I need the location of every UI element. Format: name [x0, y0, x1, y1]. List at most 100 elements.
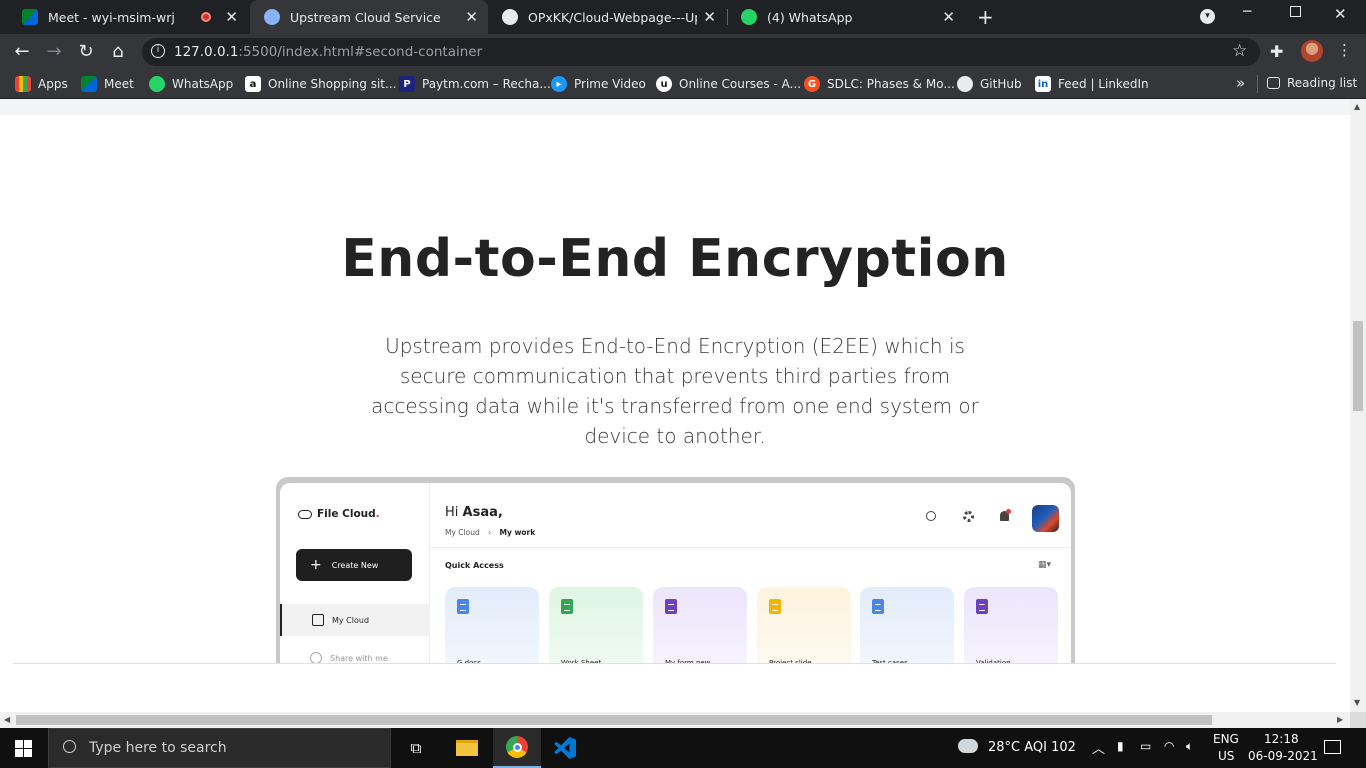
site-info-icon[interactable]: i	[151, 44, 165, 58]
forward-icon[interactable]: →	[41, 39, 67, 65]
task-view-button[interactable]: ⧉	[392, 728, 440, 768]
microphone-icon[interactable]: ▮	[1117, 739, 1124, 753]
bookmark-linkedin[interactable]: in Feed | LinkedIn	[1035, 76, 1149, 92]
close-tab-icon[interactable]: ✕	[703, 8, 716, 26]
back-icon[interactable]: ←	[9, 39, 35, 65]
windows-start-icon[interactable]	[15, 740, 32, 757]
tab-search-icon[interactable]: ▾	[1200, 9, 1215, 24]
paytm-icon: P	[399, 76, 415, 92]
extensions-icon[interactable]: ✚	[1270, 42, 1283, 61]
task-view-icon: ⧉	[410, 739, 422, 757]
google-meet-icon	[22, 9, 38, 25]
bookmark-whatsapp[interactable]: WhatsApp	[149, 76, 233, 92]
horizontal-scroll-thumb[interactable]	[16, 715, 1212, 725]
bookmark-label: GitHub	[980, 77, 1022, 91]
google-sheets-icon	[561, 599, 573, 614]
greeting-prefix: Hi	[445, 505, 463, 520]
scrollbar-corner	[1350, 712, 1366, 728]
brand-dot: .	[375, 508, 380, 520]
bookmark-label: Prime Video	[574, 77, 646, 91]
vertical-scroll-thumb[interactable]	[1353, 321, 1363, 411]
mockup-header-divider	[430, 547, 1071, 548]
whatsapp-icon	[149, 76, 165, 92]
quick-access-title: Quick Access	[445, 561, 504, 570]
keyboard-layout[interactable]: US	[1218, 749, 1234, 763]
tab-meet[interactable]: Meet - wyi-msim-wrj ✕	[8, 0, 248, 34]
restore-icon[interactable]	[1290, 6, 1301, 17]
show-hidden-icons-icon[interactable]: ︿	[1092, 738, 1105, 757]
battery-icon[interactable]: ▭	[1140, 739, 1151, 753]
scroll-right-arrow[interactable]: ▶	[1337, 715, 1343, 724]
weather-text[interactable]: 28°C AQI 102	[988, 740, 1076, 755]
search-icon	[926, 511, 936, 521]
bookmark-label: Feed | LinkedIn	[1058, 77, 1149, 91]
language-indicator[interactable]: ENG	[1213, 732, 1239, 746]
address-bar[interactable]: i 127.0.0.1:5500/index.html#second-conta…	[142, 38, 1260, 66]
url-text[interactable]: 127.0.0.1:5500/index.html#second-contain…	[174, 44, 482, 60]
google-slides-icon	[769, 599, 781, 614]
scroll-up-arrow[interactable]: ▲	[1354, 102, 1360, 111]
create-new-label: Create New	[331, 560, 379, 570]
scroll-down-arrow[interactable]: ▼	[1354, 698, 1360, 707]
profile-avatar[interactable]	[1301, 40, 1323, 62]
whatsapp-icon	[741, 9, 757, 25]
vertical-scrollbar[interactable]: ▲ ▼	[1350, 99, 1366, 712]
section-divider	[13, 663, 1336, 664]
tab-upstream[interactable]: Upstream Cloud Service ✕	[250, 0, 488, 34]
search-placeholder: Type here to search	[89, 740, 227, 756]
new-tab-button[interactable]: +	[977, 5, 994, 29]
tab-title: Upstream Cloud Service	[290, 9, 441, 25]
bookmark-amazon[interactable]: a Online Shopping sit...	[245, 76, 396, 92]
taskbar-search-box[interactable]: Type here to search	[48, 728, 391, 768]
bookmark-apps[interactable]: Apps	[15, 76, 68, 92]
chrome-icon	[506, 736, 528, 758]
wifi-icon[interactable]: ◠	[1164, 739, 1174, 753]
vscode-taskbar-button[interactable]	[541, 728, 589, 768]
bookmark-label: Online Courses - A...	[679, 77, 802, 91]
mockup-screen: File Cloud. + Create New My Cloud Share …	[280, 483, 1071, 677]
close-tab-icon[interactable]: ✕	[942, 8, 955, 26]
bookmark-online-courses[interactable]: u Online Courses - A...	[656, 76, 801, 92]
close-window-icon[interactable]: ✕	[1334, 5, 1347, 23]
tab-title: (4) WhatsApp	[767, 9, 853, 25]
grid-icon	[312, 614, 324, 626]
url-path: :5500/index.html#second-container	[238, 44, 483, 60]
notification-center-icon[interactable]	[1324, 740, 1341, 754]
page-viewport: End-to-End Encryption Upstream provides …	[0, 99, 1350, 712]
reading-list-button[interactable]: Reading list	[1267, 76, 1357, 90]
reload-icon[interactable]: ↻	[73, 39, 99, 65]
bookmark-star-icon[interactable]: ☆	[1232, 41, 1247, 61]
bookmark-github[interactable]: GitHub	[957, 76, 1022, 92]
chrome-taskbar-button[interactable]	[493, 728, 541, 768]
sidebar-item-label: Share with me	[330, 653, 388, 663]
breadcrumb-separator: ›	[488, 528, 492, 537]
google-forms-icon	[976, 599, 988, 614]
clock-time[interactable]: 12:18	[1264, 732, 1299, 746]
clock-date[interactable]: 06-09-2021	[1248, 749, 1318, 763]
weather-icon	[958, 739, 978, 753]
bookmark-label: Apps	[38, 77, 68, 91]
bookmark-prime-video[interactable]: ▸ Prime Video	[551, 76, 646, 92]
menu-icon[interactable]: ⋮	[1337, 41, 1352, 59]
brand-name: File Cloud	[317, 508, 376, 520]
scroll-left-arrow[interactable]: ◀	[4, 715, 10, 724]
bookmark-paytm[interactable]: P Paytm.com – Recha...	[399, 76, 551, 92]
tab-whatsapp[interactable]: (4) WhatsApp ✕	[727, 0, 965, 34]
bookmark-meet[interactable]: Meet	[81, 76, 134, 92]
mockup-greeting: Hi Asaa,	[445, 505, 503, 520]
breadcrumb-current: My work	[499, 528, 536, 537]
section-description: Upstream provides End-to-End Encryption …	[371, 334, 979, 448]
page-below-fold	[0, 664, 1350, 712]
tab-github[interactable]: OPxKK/Cloud-Webpage---Upstre ✕	[488, 0, 726, 34]
close-tab-icon[interactable]: ✕	[465, 8, 478, 26]
volume-icon[interactable]: 🔈︎	[1186, 739, 1193, 754]
home-icon[interactable]: ⌂	[105, 39, 131, 65]
tab-title: OPxKK/Cloud-Webpage---Upstre	[528, 9, 697, 25]
file-explorer-button[interactable]	[443, 728, 491, 768]
bookmark-sdlc[interactable]: G SDLC: Phases & Mo...	[804, 76, 955, 92]
horizontal-scrollbar[interactable]: ◀ ▶	[0, 712, 1350, 728]
more-bookmarks-button[interactable]: »	[1236, 74, 1245, 92]
close-tab-icon[interactable]: ✕	[225, 8, 238, 26]
url-host: 127.0.0.1	[174, 44, 239, 60]
minimize-icon[interactable]: ─	[1243, 4, 1251, 20]
